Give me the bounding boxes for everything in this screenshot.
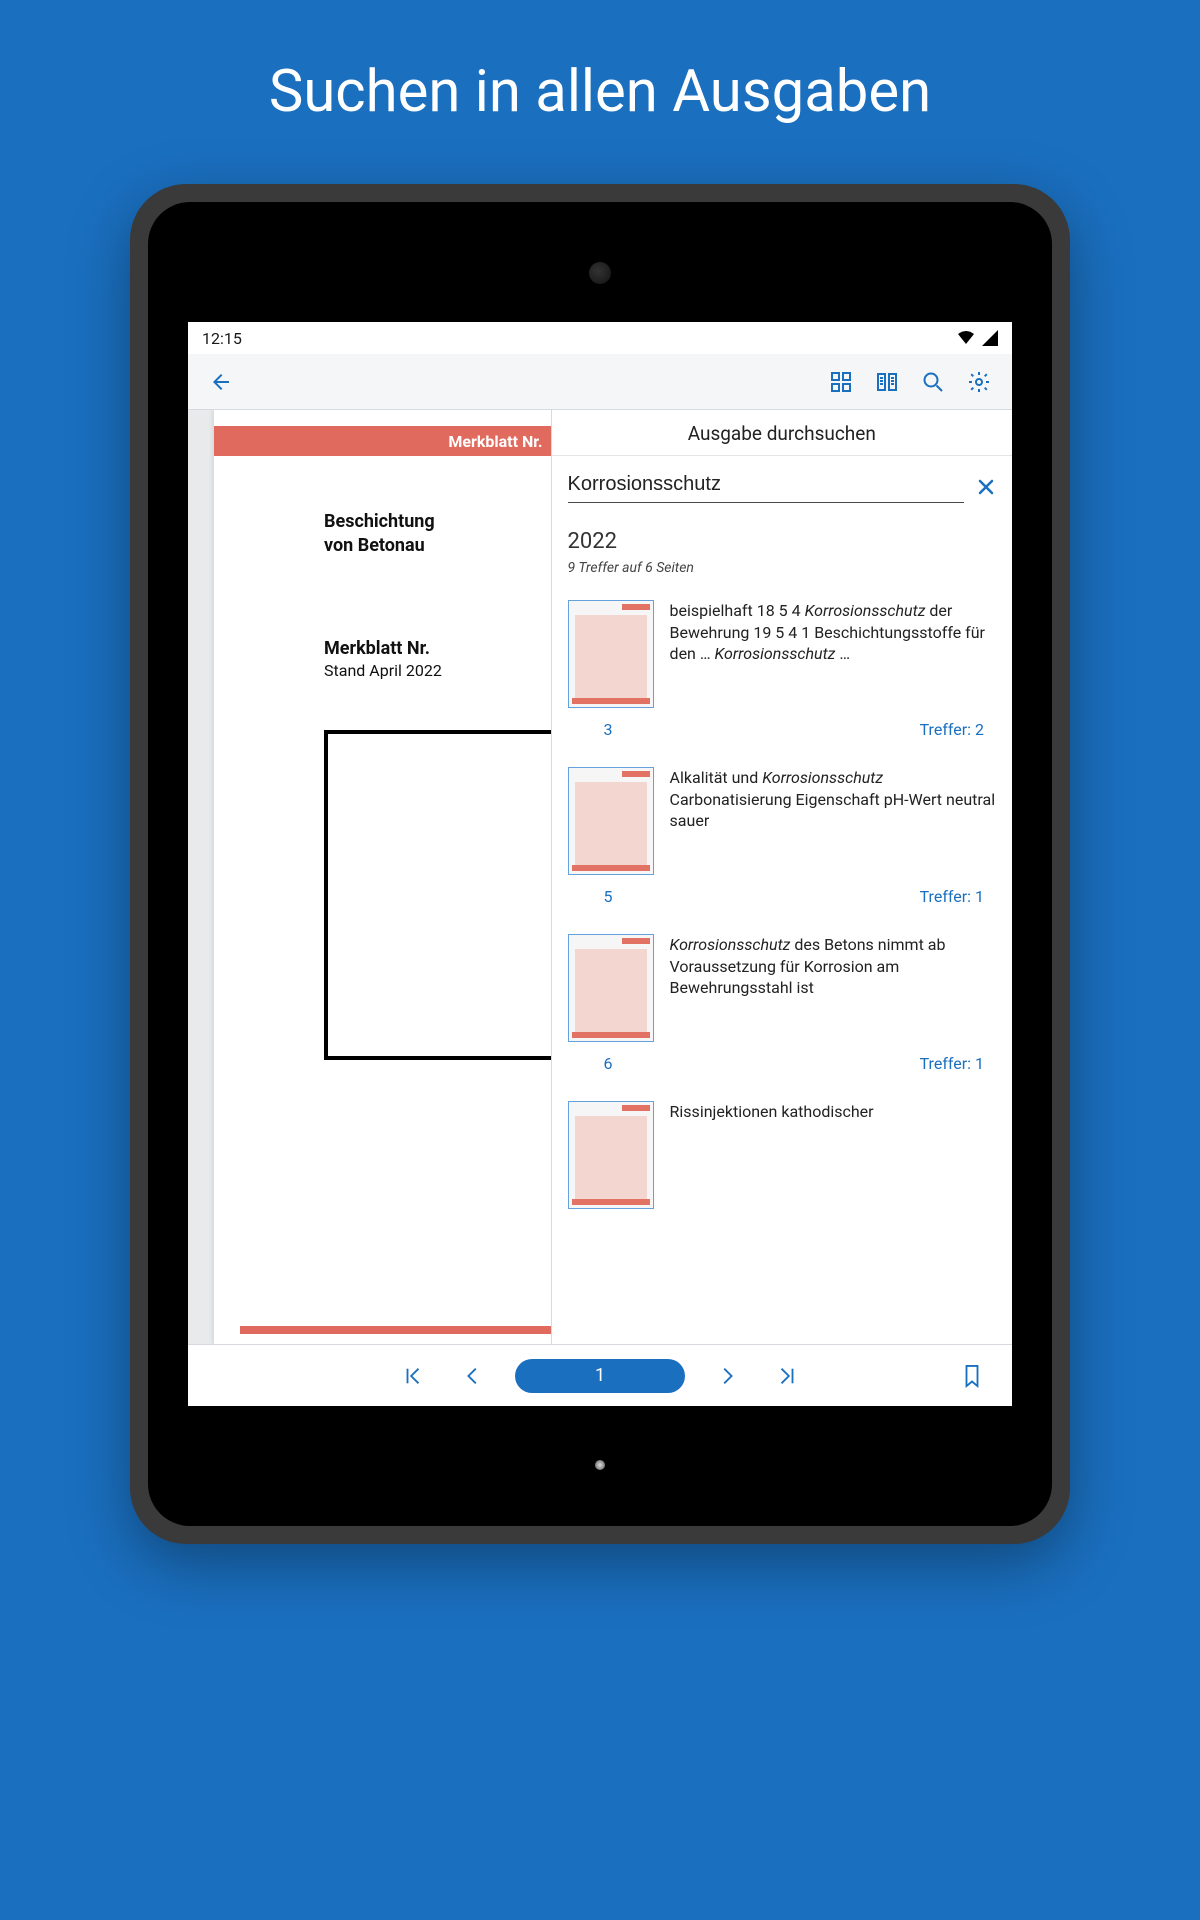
tablet-home-indicator xyxy=(595,1460,605,1470)
result-meta: 6 Treffer: 1 xyxy=(568,1042,996,1077)
search-result-item[interactable]: Alkalität und Korrosionsschutz Carbonati… xyxy=(552,751,1012,918)
tablet-bezel: 12:15 xyxy=(148,202,1052,1526)
result-snippet: beispielhaft 18 5 4 Korrosionsschutz der… xyxy=(670,600,996,708)
document-pane[interactable]: Merkblatt Nr. Beschichtung von Betonau M… xyxy=(188,410,551,1344)
search-year-heading: 2022 xyxy=(552,507,1012,560)
result-page-number: 5 xyxy=(574,887,613,906)
document-subtitle: Merkblatt Nr. Stand April 2022 xyxy=(324,638,551,680)
document-subtitle-stand: Stand April 2022 xyxy=(324,661,551,680)
search-result-item[interactable]: Korrosionsschutz des Betons nimmt ab Vor… xyxy=(552,918,1012,1085)
tablet-frame: 12:15 xyxy=(130,184,1070,1544)
status-time: 12:15 xyxy=(202,329,242,348)
result-page-number: 3 xyxy=(574,720,613,739)
result-meta: 5 Treffer: 1 xyxy=(568,875,996,910)
clear-search-button[interactable] xyxy=(976,477,996,497)
document-subtitle-main: Merkblatt Nr. xyxy=(324,638,430,659)
result-snippet: Rissinjektionen kathodischer xyxy=(670,1101,996,1209)
content-area: Merkblatt Nr. Beschichtung von Betonau M… xyxy=(188,410,1012,1344)
document-figure-placeholder xyxy=(324,730,551,1060)
last-page-button[interactable] xyxy=(769,1358,805,1394)
wifi-icon xyxy=(956,330,976,346)
result-thumbnail xyxy=(568,1101,654,1209)
result-snippet: Korrosionsschutz des Betons nimmt ab Vor… xyxy=(670,934,996,1042)
document-page: Merkblatt Nr. Beschichtung von Betonau M… xyxy=(214,410,551,1344)
status-bar: 12:15 xyxy=(188,322,1012,354)
back-button[interactable] xyxy=(198,359,244,405)
result-hit-count: Treffer: 1 xyxy=(920,887,990,906)
cellular-icon xyxy=(982,330,998,346)
result-thumbnail xyxy=(568,600,654,708)
result-snippet: Alkalität und Korrosionsschutz Carbonati… xyxy=(670,767,996,875)
page-indicator[interactable]: 1 xyxy=(515,1359,685,1393)
previous-page-button[interactable] xyxy=(455,1358,491,1394)
app-screen: 12:15 xyxy=(188,322,1012,1406)
first-page-button[interactable] xyxy=(395,1358,431,1394)
document-header-band: Merkblatt Nr. xyxy=(214,426,551,456)
app-toolbar xyxy=(188,354,1012,410)
document-title-line2: von Betonau xyxy=(324,535,425,556)
next-page-button[interactable] xyxy=(709,1358,745,1394)
search-panel: Ausgabe durchsuchen 2022 9 Treffer auf 6… xyxy=(551,410,1012,1344)
result-thumbnail xyxy=(568,767,654,875)
reader-view-button[interactable] xyxy=(864,359,910,405)
search-button[interactable] xyxy=(910,359,956,405)
current-page-number: 1 xyxy=(595,1365,605,1386)
result-hit-count: Treffer: 1 xyxy=(920,1054,990,1073)
search-panel-title: Ausgabe durchsuchen xyxy=(552,410,1012,456)
document-title-line1: Beschichtung xyxy=(324,511,435,532)
promo-title: Suchen in allen Ausgaben xyxy=(0,0,1200,126)
search-results-list[interactable]: beispielhaft 18 5 4 Korrosionsschutz der… xyxy=(552,584,1012,1344)
result-meta: 3 Treffer: 2 xyxy=(568,708,996,743)
search-input[interactable] xyxy=(568,470,964,503)
result-thumbnail xyxy=(568,934,654,1042)
search-result-item[interactable]: beispielhaft 18 5 4 Korrosionsschutz der… xyxy=(552,584,1012,751)
result-hit-count: Treffer: 2 xyxy=(920,720,990,739)
page-navigation-bar: 1 xyxy=(188,1344,1012,1406)
bookmark-button[interactable] xyxy=(954,1358,990,1394)
document-footer-band xyxy=(240,1326,551,1334)
search-summary: 9 Treffer auf 6 Seiten xyxy=(552,560,1012,584)
settings-button[interactable] xyxy=(956,359,1002,405)
result-page-number: 6 xyxy=(574,1054,613,1073)
document-title: Beschichtung von Betonau xyxy=(324,510,551,559)
tablet-camera xyxy=(589,262,611,284)
grid-view-button[interactable] xyxy=(818,359,864,405)
search-result-item[interactable]: Rissinjektionen kathodischer xyxy=(552,1085,1012,1217)
